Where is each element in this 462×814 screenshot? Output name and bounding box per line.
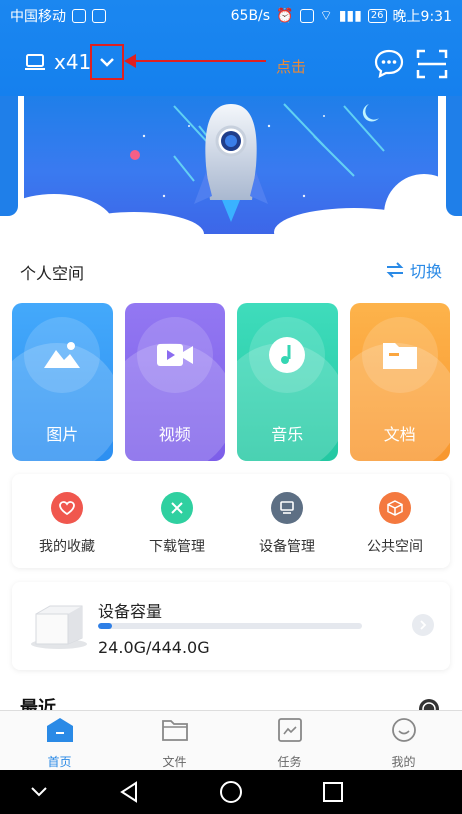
nas-device-icon bbox=[31, 605, 87, 649]
banner-next-edge bbox=[446, 96, 462, 216]
scan-button[interactable] bbox=[416, 48, 448, 84]
category-cards: 图片 视频 音乐 文档 bbox=[12, 303, 450, 461]
category-label: 图片 bbox=[46, 425, 79, 444]
alarm-icon: ⏰ bbox=[276, 8, 294, 24]
bottom-tab-bar: 首页 文件 任务 我的 bbox=[0, 710, 462, 771]
tab-label: 首页 bbox=[47, 755, 72, 769]
banner-prev-edge bbox=[0, 96, 18, 216]
category-label: 视频 bbox=[158, 425, 191, 444]
quick-actions-panel: 我的收藏 下载管理 设备管理 公共空间 bbox=[12, 474, 450, 568]
device-icon bbox=[271, 492, 303, 524]
capacity-progress-fill bbox=[98, 623, 113, 629]
tab-home[interactable]: 首页 bbox=[2, 717, 117, 770]
device-capacity-card[interactable]: 设备容量 24.0G/444.0G bbox=[12, 582, 450, 670]
action-label: 公共空间 bbox=[367, 539, 423, 555]
back-icon[interactable] bbox=[118, 780, 140, 804]
signal-icon: ▮▮▮ bbox=[338, 8, 362, 24]
tools-icon bbox=[161, 492, 193, 524]
tab-label: 我的 bbox=[391, 755, 416, 769]
app-header: x41 点击 bbox=[0, 40, 462, 92]
scan-icon bbox=[416, 49, 448, 79]
document-folder-icon bbox=[361, 317, 438, 393]
home-circle-icon[interactable] bbox=[219, 780, 243, 804]
category-card-images[interactable]: 图片 bbox=[12, 303, 113, 461]
tab-files[interactable]: 文件 bbox=[117, 717, 232, 770]
network-speed: 65B/s bbox=[230, 8, 271, 24]
personal-space-title: 个人空间 bbox=[20, 264, 85, 283]
swap-icon bbox=[386, 262, 404, 278]
switch-label: 切换 bbox=[410, 262, 443, 281]
collapse-icon[interactable] bbox=[28, 784, 50, 800]
chevron-down-icon bbox=[100, 58, 114, 67]
recents-square-icon[interactable] bbox=[322, 781, 344, 803]
tab-label: 任务 bbox=[277, 755, 302, 769]
category-card-videos[interactable]: 视频 bbox=[124, 303, 225, 461]
carrier-label: 中国移动 bbox=[10, 9, 66, 25]
clock: 晚上9:31 bbox=[392, 9, 452, 25]
capacity-progress-bar bbox=[98, 623, 362, 629]
annotation-arrow bbox=[124, 54, 266, 68]
battery-indicator: 26 bbox=[367, 9, 387, 23]
box-icon bbox=[379, 492, 411, 524]
task-icon bbox=[277, 718, 302, 742]
music-icon bbox=[249, 317, 325, 393]
message-icon bbox=[92, 9, 106, 23]
folder-icon bbox=[161, 720, 188, 741]
status-bar: 中国移动 65B/s ⏰ ⌔ ▮▮▮ 26 晚上9:31 bbox=[0, 0, 462, 30]
image-icon bbox=[24, 317, 100, 393]
device-name: x41 bbox=[54, 50, 92, 74]
category-card-music[interactable]: 音乐 bbox=[237, 303, 338, 461]
wifi-icon: ⌔ bbox=[319, 8, 333, 24]
home-icon bbox=[46, 718, 73, 742]
video-icon bbox=[136, 317, 213, 393]
tab-profile[interactable]: 我的 bbox=[346, 717, 461, 770]
notification-icon bbox=[72, 9, 86, 23]
action-label: 我的收藏 bbox=[39, 539, 95, 555]
capacity-value: 24.0G/444.0G bbox=[98, 638, 210, 657]
category-card-documents[interactable]: 文档 bbox=[349, 303, 450, 461]
chevron-right-icon[interactable] bbox=[412, 614, 434, 636]
laptop-icon bbox=[25, 54, 45, 70]
promo-banner[interactable] bbox=[24, 96, 438, 234]
switch-space-button[interactable]: 切换 bbox=[386, 258, 442, 282]
favorites-action[interactable]: 我的收藏 bbox=[12, 492, 122, 556]
action-label: 设备管理 bbox=[259, 539, 315, 555]
device-dropdown-button[interactable] bbox=[90, 44, 124, 80]
system-navigation-bar bbox=[0, 770, 462, 814]
capacity-title: 设备容量 bbox=[98, 602, 163, 621]
hd-icon bbox=[299, 9, 314, 23]
tab-label: 文件 bbox=[162, 755, 187, 769]
rocket-illustration bbox=[24, 103, 438, 234]
annotation-label: 点击 bbox=[276, 58, 307, 76]
device-manager-action[interactable]: 设备管理 bbox=[232, 492, 342, 556]
tab-tasks[interactable]: 任务 bbox=[232, 717, 347, 770]
device-selector[interactable]: x41 bbox=[24, 50, 91, 74]
download-manager-action[interactable]: 下载管理 bbox=[122, 492, 232, 556]
category-label: 文档 bbox=[383, 425, 416, 444]
category-label: 音乐 bbox=[271, 425, 304, 444]
chat-icon bbox=[374, 49, 404, 78]
public-space-action[interactable]: 公共空间 bbox=[340, 492, 450, 556]
heart-icon bbox=[51, 492, 83, 524]
message-button[interactable] bbox=[374, 48, 404, 82]
action-label: 下载管理 bbox=[149, 539, 205, 555]
profile-icon bbox=[391, 718, 416, 742]
clock-icon[interactable] bbox=[418, 698, 440, 710]
